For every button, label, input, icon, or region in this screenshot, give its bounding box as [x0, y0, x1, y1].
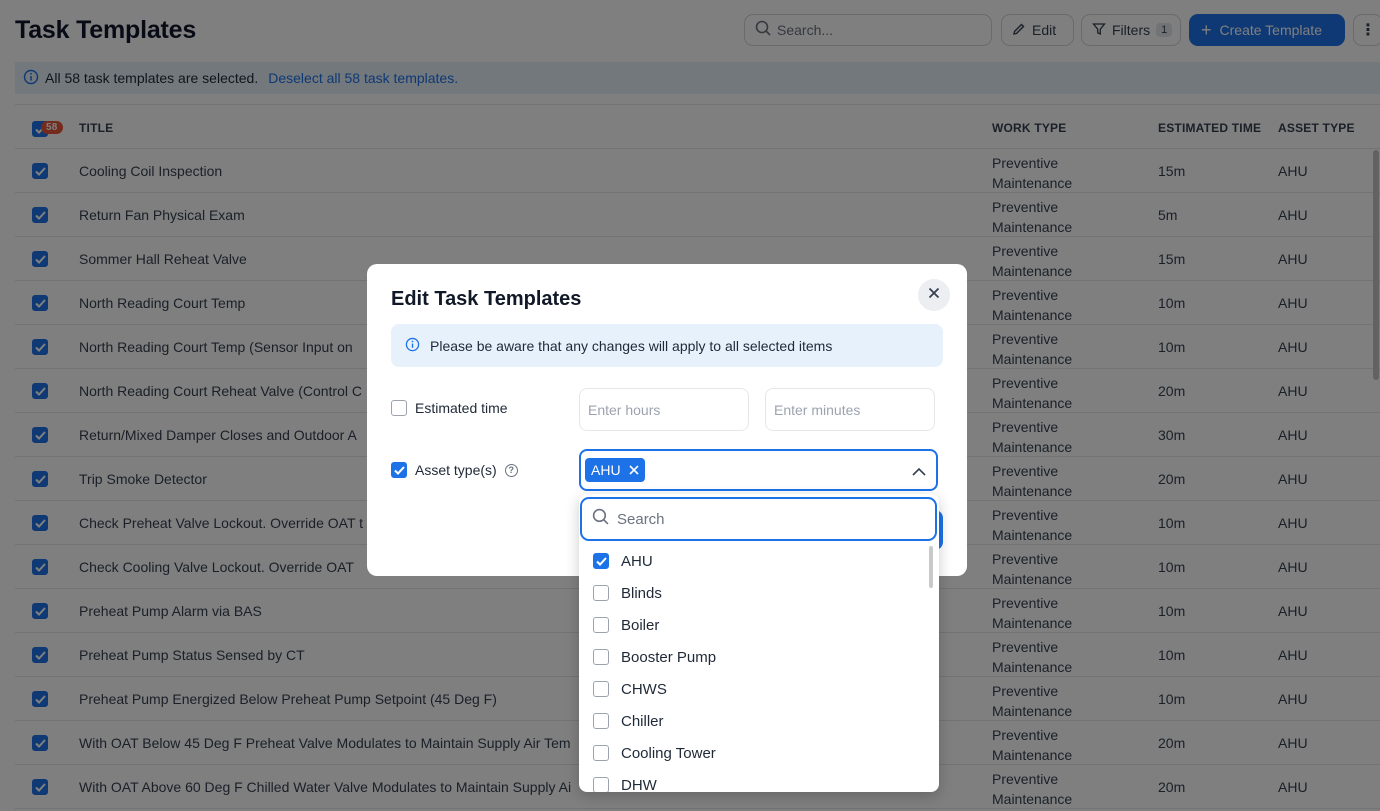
option-label: Blinds [621, 584, 662, 602]
dropdown-option[interactable]: CHWS [579, 673, 929, 705]
selected-asset-chip: AHU [585, 458, 645, 482]
remove-chip-icon[interactable] [628, 462, 639, 478]
close-button[interactable] [918, 279, 950, 311]
option-label: AHU [621, 552, 653, 570]
modal-info-text: Please be aware that any changes will ap… [430, 337, 833, 354]
estimated-time-checkbox[interactable] [391, 400, 407, 416]
option-label: Booster Pump [621, 648, 717, 666]
dropdown-option[interactable]: Boiler [579, 609, 929, 641]
option-checkbox[interactable] [593, 713, 609, 729]
dropdown-option[interactable]: AHU [579, 545, 929, 577]
option-checkbox[interactable] [593, 553, 609, 569]
option-checkbox[interactable] [593, 777, 609, 792]
option-label: Cooling Tower [621, 744, 716, 762]
modal-info-banner: Please be aware that any changes will ap… [391, 324, 943, 367]
dropdown-option[interactable]: Blinds [579, 577, 929, 609]
option-label: Boiler [621, 616, 660, 634]
estimated-time-field: Estimated time [391, 400, 508, 416]
option-checkbox[interactable] [593, 585, 609, 601]
chevron-up-icon[interactable] [912, 463, 926, 481]
option-checkbox[interactable] [593, 681, 609, 697]
chip-label: AHU [591, 462, 621, 478]
dropdown-option[interactable]: DHW [579, 769, 929, 792]
dropdown-option[interactable]: Chiller [579, 705, 929, 737]
search-icon [592, 508, 609, 530]
option-label: DHW [621, 776, 657, 793]
asset-type-dropdown: AHU Blinds Boiler Booster Pump CHWS Chiller Co… [579, 494, 939, 792]
info-icon [405, 337, 420, 355]
estimated-time-label: Estimated time [415, 400, 508, 416]
option-checkbox[interactable] [593, 617, 609, 633]
help-icon[interactable]: ? [504, 463, 518, 477]
asset-type-checkbox[interactable] [391, 462, 407, 478]
option-checkbox[interactable] [593, 649, 609, 665]
option-label: CHWS [621, 680, 667, 698]
dropdown-scrollbar[interactable] [929, 546, 933, 588]
option-label: Chiller [621, 712, 664, 730]
option-checkbox[interactable] [593, 745, 609, 761]
close-icon [928, 286, 940, 304]
dropdown-search-box[interactable] [580, 497, 937, 541]
asset-type-field: Asset type(s) ? [391, 462, 518, 478]
dropdown-search-input[interactable] [617, 510, 917, 528]
minutes-input[interactable] [765, 388, 935, 431]
modal-title: Edit Task Templates [391, 288, 582, 310]
dropdown-option[interactable]: Cooling Tower [579, 737, 929, 769]
dropdown-option[interactable]: Booster Pump [579, 641, 929, 673]
hours-input[interactable] [579, 388, 749, 431]
asset-type-select[interactable]: AHU [579, 449, 938, 491]
asset-type-label: Asset type(s) [415, 462, 497, 478]
